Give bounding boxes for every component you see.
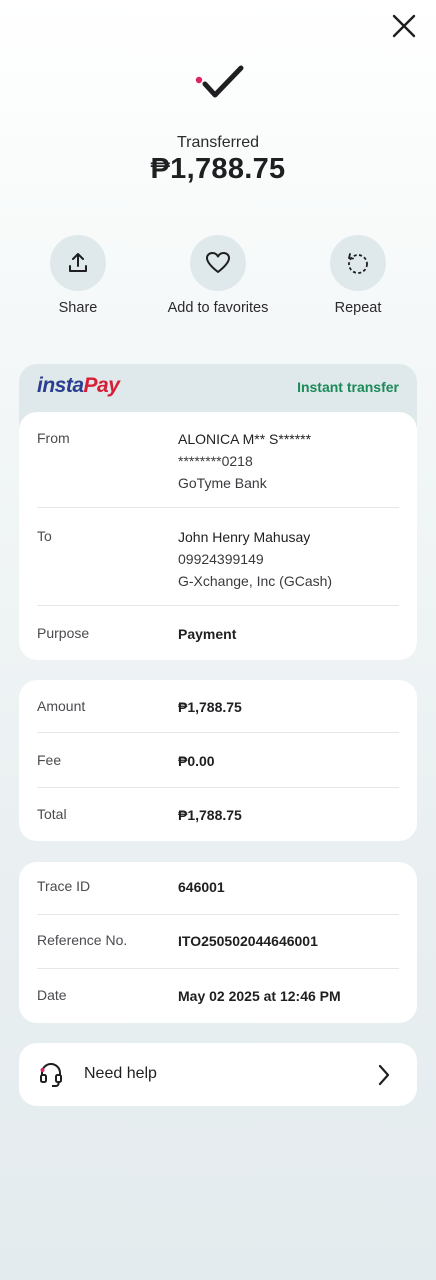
divider bbox=[37, 507, 399, 508]
trace-id-value: 646001 bbox=[178, 879, 225, 895]
divider bbox=[37, 732, 399, 733]
transfer-details-card: instaPay Instant transfer From ALONICA M… bbox=[19, 364, 417, 660]
total-value: ₱1,788.75 bbox=[178, 807, 242, 823]
from-name: ALONICA M** S****** bbox=[178, 431, 312, 447]
reference-no-value: ITO250502044646001 bbox=[178, 933, 318, 949]
from-bank: GoTyme Bank bbox=[178, 475, 267, 491]
divider bbox=[37, 787, 399, 788]
fee-value: ₱0.00 bbox=[178, 753, 215, 769]
from-account: ********0218 bbox=[178, 453, 253, 469]
share-label: Share bbox=[58, 300, 98, 316]
purpose-label: Purpose bbox=[37, 625, 90, 641]
transfer-amount: ₱1,788.75 bbox=[150, 153, 286, 185]
transfer-type-label: Instant transfer bbox=[297, 379, 399, 395]
total-label: Total bbox=[37, 806, 67, 822]
to-label: To bbox=[37, 528, 52, 544]
add-to-favorites-button[interactable]: Add to favorites bbox=[158, 235, 278, 316]
divider bbox=[37, 914, 399, 915]
reference-card: Trace ID 646001 Reference No. ITO2505020… bbox=[19, 862, 417, 1023]
amount-value: ₱1,788.75 bbox=[178, 699, 242, 715]
purpose-value: Payment bbox=[178, 626, 237, 642]
close-icon bbox=[392, 14, 416, 38]
repeat-icon bbox=[348, 253, 368, 274]
share-upload-icon bbox=[69, 253, 87, 272]
divider bbox=[37, 968, 399, 969]
fee-label: Fee bbox=[37, 752, 62, 768]
add-to-favorites-label: Add to favorites bbox=[167, 300, 269, 316]
need-help-label: Need help bbox=[84, 1065, 157, 1082]
reference-no-label: Reference No. bbox=[37, 932, 128, 948]
headset-icon bbox=[40, 1063, 62, 1087]
repeat-button[interactable]: Repeat bbox=[298, 235, 418, 316]
date-value: May 02 2025 at 12:46 PM bbox=[178, 988, 341, 1004]
to-account: 09924399149 bbox=[178, 551, 264, 567]
instapay-logo: instaPay bbox=[37, 374, 120, 397]
amounts-card: Amount ₱1,788.75 Fee ₱0.00 Total ₱1,788.… bbox=[19, 680, 417, 841]
heart-icon bbox=[206, 252, 230, 273]
to-bank: G-Xchange, Inc (GCash) bbox=[178, 573, 333, 589]
close-button[interactable] bbox=[388, 10, 420, 42]
chevron-right-icon bbox=[378, 1064, 390, 1086]
status-label: Transferred bbox=[176, 134, 260, 151]
date-label: Date bbox=[37, 987, 67, 1003]
need-help-button[interactable]: Need help bbox=[19, 1043, 417, 1106]
share-button[interactable]: Share bbox=[18, 235, 138, 316]
checkmark-icon bbox=[192, 62, 248, 106]
trace-id-label: Trace ID bbox=[37, 878, 91, 894]
divider bbox=[37, 605, 399, 606]
amount-label: Amount bbox=[37, 698, 86, 714]
to-name: John Henry Mahusay bbox=[178, 529, 311, 545]
repeat-label: Repeat bbox=[334, 300, 382, 316]
from-label: From bbox=[37, 430, 70, 446]
